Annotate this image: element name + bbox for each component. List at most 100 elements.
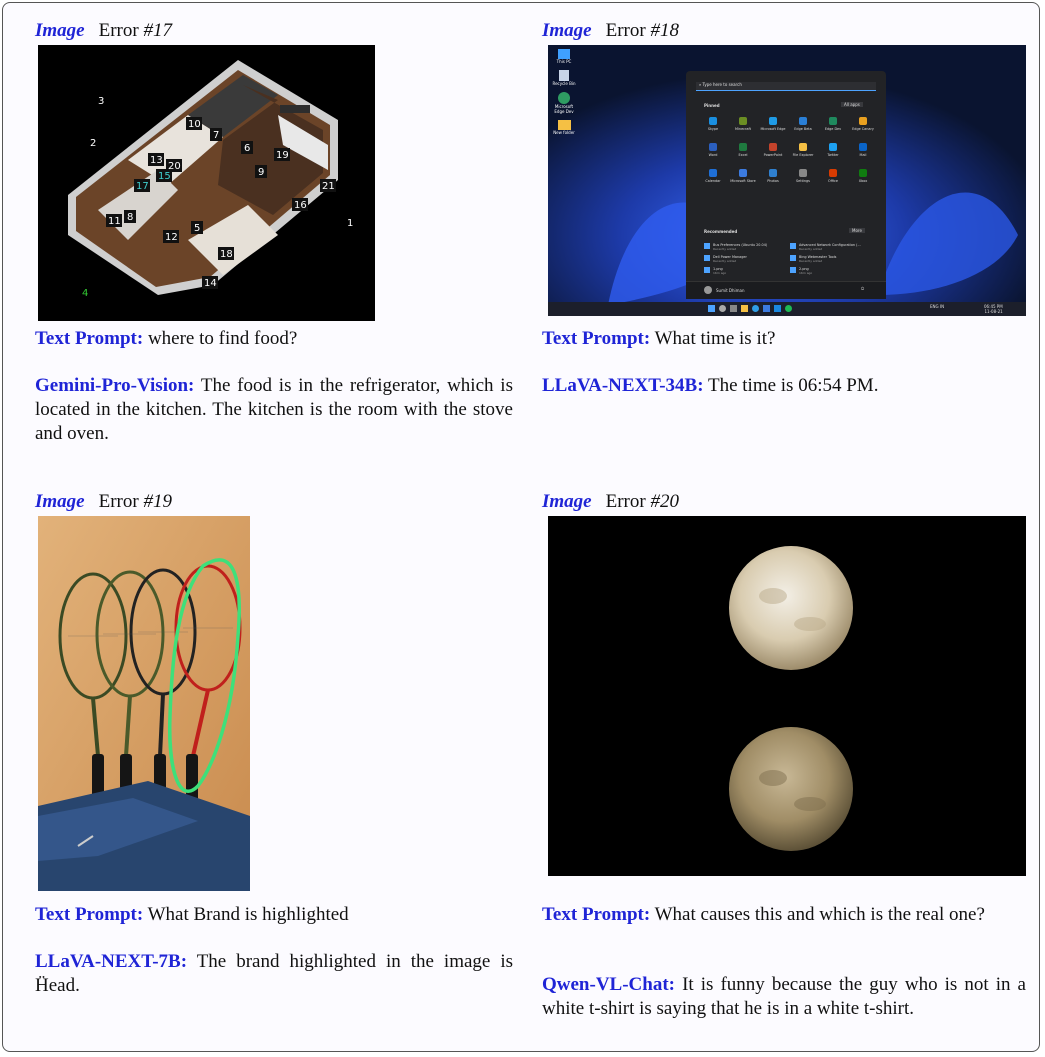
app-icon — [829, 143, 837, 151]
clock-date[interactable]: 11-08-21 — [984, 309, 1003, 314]
recommended-item[interactable]: Bus Preferences (Ubuntu 20.04) Recently a… — [704, 243, 790, 255]
room-label: 13 — [150, 155, 163, 166]
app-label: Minecraft — [735, 127, 751, 131]
app-label: Twitter — [827, 153, 839, 157]
app-label: Office — [828, 179, 838, 183]
recommended-subtitle: Recently added — [713, 247, 737, 251]
user-name: Sumit Dhiman — [716, 288, 745, 293]
desktop-icon-label: Microsoft Edge Dev — [554, 104, 574, 114]
pinned-app[interactable]: Microsoft Store — [728, 167, 758, 193]
search-icon[interactable] — [719, 305, 726, 312]
pinned-app[interactable]: Photos — [758, 167, 788, 193]
file-icon — [790, 243, 796, 249]
app-icon — [709, 169, 717, 177]
room-label: 18 — [220, 249, 233, 260]
room-label: 21 — [322, 181, 335, 192]
pinned-app[interactable]: Minecraft — [728, 115, 758, 141]
computer-icon[interactable] — [558, 49, 570, 59]
recommended-item[interactable]: 2.png 16m ago — [790, 267, 876, 279]
error-prefix: Error — [98, 491, 144, 512]
edge-icon[interactable] — [752, 305, 759, 312]
recycle-bin-icon[interactable] — [559, 70, 569, 81]
room-label: 17 — [136, 181, 149, 192]
folder-icon[interactable] — [557, 120, 571, 130]
recommended-subtitle: Recently added — [799, 259, 823, 263]
room-label: 19 — [276, 150, 289, 161]
app-label: Xbox — [858, 179, 868, 183]
mail-icon[interactable] — [774, 305, 781, 312]
image-tag: Image — [542, 491, 592, 512]
recommended-item[interactable]: Bing Webmaster Tools Recently added — [790, 255, 876, 267]
app-icon — [769, 117, 777, 125]
recommended-label: Recommended — [704, 229, 738, 234]
app-label: Edge Dev — [824, 127, 842, 131]
pinned-app[interactable]: Settings — [788, 167, 818, 193]
room-label: 7 — [213, 130, 219, 141]
pinned-app[interactable]: Edge Beta — [788, 115, 818, 141]
recommended-item[interactable]: Dell Power Manager Recently added — [704, 255, 790, 267]
pinned-app[interactable]: Office — [818, 167, 848, 193]
app-icon — [769, 143, 777, 151]
panel-17-prompt: Text Prompt: where to find food? — [35, 327, 513, 351]
edge-dev-icon[interactable] — [558, 92, 570, 104]
store-icon[interactable] — [763, 305, 770, 312]
pinned-app[interactable]: Calendar — [698, 167, 728, 193]
more-button[interactable]: More — [849, 228, 865, 233]
room-label: 11 — [108, 216, 121, 227]
app-label: Mail — [859, 153, 867, 157]
model-label: Qwen-VL-Chat: — [542, 974, 675, 995]
recommended-item[interactable]: Advanced Network Configuration (... Recen… — [790, 243, 876, 255]
start-icon[interactable] — [708, 305, 715, 312]
all-apps-button[interactable]: All apps — [841, 102, 863, 107]
desktop-icon-label: New folder — [553, 130, 575, 135]
room-label: 10 — [188, 119, 201, 130]
search-icon: ⌕ — [699, 82, 702, 87]
pinned-app[interactable]: Skype — [698, 115, 728, 141]
error-prefix: Error — [605, 491, 651, 512]
pinned-app[interactable]: Edge Canary — [848, 115, 878, 141]
app-icon — [799, 169, 807, 177]
image-tag: Image — [35, 491, 85, 512]
spotify-icon[interactable] — [785, 305, 792, 312]
pinned-app[interactable]: File Explorer — [788, 141, 818, 167]
app-label: Settings — [796, 179, 810, 183]
task-view-icon[interactable] — [730, 305, 737, 312]
panel-18-prompt: Text Prompt: What time is it? — [542, 327, 1026, 351]
room-label: 2 — [90, 138, 96, 149]
tray-language[interactable]: ENG IN — [930, 304, 944, 309]
file-icon — [790, 255, 796, 261]
taskbar: ENG IN 06:45 PM 11-08-21 — [548, 302, 1026, 316]
room-label: 15 — [158, 171, 171, 182]
prompt-text: What causes this and which is the real o… — [654, 904, 985, 925]
pinned-app[interactable]: PowerPoint — [758, 141, 788, 167]
power-icon[interactable]: ⏻ — [861, 286, 864, 291]
pinned-app[interactable]: Edge Dev — [818, 115, 848, 141]
pinned-app-grid: Skype Minecraft Microsoft Edge Edge Beta Edg… — [698, 115, 878, 193]
pinned-app[interactable]: Microsoft Edge — [758, 115, 788, 141]
recommended-subtitle: 16m ago — [713, 271, 727, 275]
start-search-input[interactable]: ⌕ Type here to search — [696, 82, 876, 91]
answer-text: The time is 06:54 PM. — [707, 375, 879, 396]
pinned-app[interactable]: Twitter — [818, 141, 848, 167]
explorer-icon[interactable] — [741, 305, 748, 312]
recommended-item[interactable]: 1.png 16m ago — [704, 267, 790, 279]
pinned-app[interactable]: Xbox — [848, 167, 878, 193]
error-number: #19 — [143, 491, 172, 512]
recommended-list: Bus Preferences (Ubuntu 20.04) Recently a… — [704, 243, 879, 279]
pinned-app[interactable]: Word — [698, 141, 728, 167]
moon-reflection-image — [548, 516, 1026, 876]
desktop-icon-label: This PC — [556, 59, 572, 64]
app-icon — [799, 117, 807, 125]
recommended-subtitle: Recently added — [713, 259, 737, 263]
pinned-app[interactable]: Excel — [728, 141, 758, 167]
prompt-label: Text Prompt: — [35, 904, 144, 925]
app-label: Photos — [767, 179, 779, 183]
room-label: 6 — [244, 143, 250, 154]
pinned-app[interactable]: Mail — [848, 141, 878, 167]
app-label: Calendar — [705, 179, 721, 183]
panel-20-prompt: Text Prompt: What causes this and which … — [542, 903, 1026, 927]
app-icon — [769, 169, 777, 177]
prompt-label: Text Prompt: — [35, 328, 144, 349]
avatar[interactable] — [704, 286, 712, 294]
room-label: 4 — [82, 288, 88, 299]
